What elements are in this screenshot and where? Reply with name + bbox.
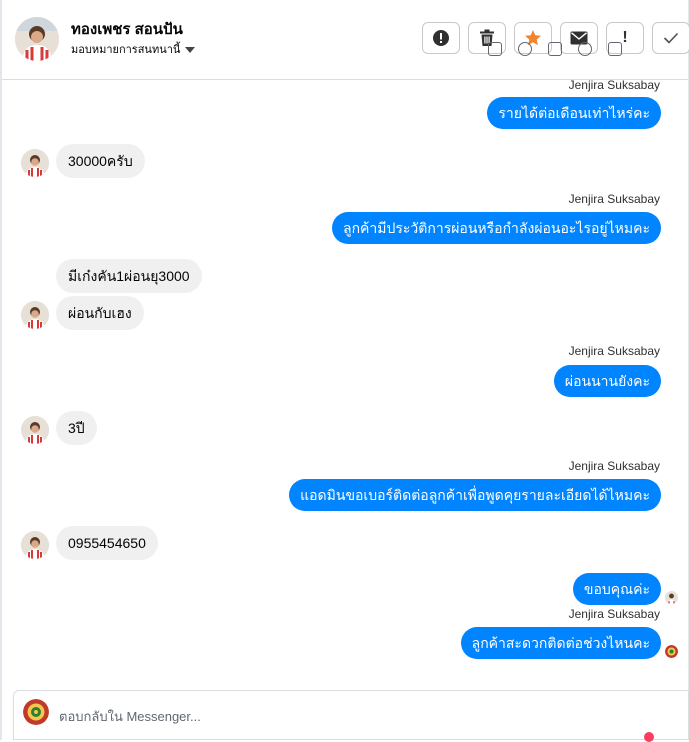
reply-input-placeholder[interactable]: ตอบกลับใน Messenger... bbox=[59, 706, 201, 727]
assign-label: มอบหมายการสนทนานี้ bbox=[71, 44, 181, 56]
attachment-icon[interactable] bbox=[608, 42, 622, 56]
incoming-message[interactable]: มีเก๋งคัน1ผ่อนยุ3000 bbox=[56, 259, 202, 293]
incoming-message[interactable]: ผ่อนกับเฮง bbox=[56, 296, 144, 330]
notification-badge bbox=[644, 732, 654, 742]
incoming-message[interactable]: 30000ครับ bbox=[56, 144, 145, 178]
emoji-icon[interactable] bbox=[518, 42, 532, 56]
assign-conversation-dropdown[interactable]: มอบหมายการสนทนานี้ bbox=[71, 40, 196, 58]
exclamation-icon: ! bbox=[622, 29, 628, 46]
conversation-header: ทองเพชร สอนปัน มอบหมายการสนทนานี้ ! bbox=[2, 0, 689, 80]
like-icon[interactable] bbox=[488, 42, 502, 56]
seen-indicator-avatar bbox=[665, 591, 678, 604]
outgoing-message[interactable]: ลูกค้าสะดวกติดต่อช่วงไหนคะ bbox=[460, 627, 661, 659]
outgoing-message[interactable]: ขอบคุณค่ะ bbox=[572, 573, 661, 605]
contact-avatar-small bbox=[21, 301, 49, 329]
outgoing-message[interactable]: แอดมินขอเบอร์ติดต่อลูกค้าเพื่อพูดคุยรายล… bbox=[289, 479, 661, 511]
outgoing-message[interactable]: ลูกค้ามีประวัติการผ่อนหรือกำลังผ่อนอะไรอ… bbox=[331, 212, 661, 244]
contact-name: ทองเพชร สอนปัน bbox=[71, 21, 183, 38]
gif-icon[interactable] bbox=[578, 42, 592, 56]
contact-avatar-small bbox=[21, 149, 49, 177]
done-button[interactable] bbox=[652, 22, 689, 54]
contact-avatar[interactable] bbox=[15, 17, 59, 61]
page-read-indicator-icon bbox=[665, 645, 678, 658]
sender-name: Jenjira Suksabay bbox=[568, 344, 660, 358]
caret-down-icon bbox=[185, 46, 196, 53]
sender-name: Jenjira Suksabay bbox=[568, 78, 660, 92]
spam-button[interactable] bbox=[422, 22, 460, 54]
alert-circle-icon bbox=[433, 30, 449, 46]
outgoing-message[interactable]: รายได้ต่อเดือนเท่าไหร่คะ bbox=[487, 97, 661, 129]
message-thread[interactable]: Jenjira Suksabay รายได้ต่อเดือนเท่าไหร่ค… bbox=[2, 78, 688, 686]
incoming-message[interactable]: 0955454650 bbox=[56, 526, 158, 560]
sticker-icon[interactable] bbox=[548, 42, 562, 56]
checkmark-icon bbox=[663, 32, 679, 44]
reply-composer[interactable]: ตอบกลับใน Messenger... bbox=[13, 690, 689, 740]
outgoing-message[interactable]: ผ่อนนานยังคะ bbox=[553, 365, 661, 397]
sender-name: Jenjira Suksabay bbox=[568, 607, 660, 621]
sender-name: Jenjira Suksabay bbox=[568, 192, 660, 206]
contact-avatar-small bbox=[21, 531, 49, 559]
sender-name: Jenjira Suksabay bbox=[568, 459, 660, 473]
incoming-message[interactable]: 3ปี bbox=[56, 411, 97, 445]
page-avatar bbox=[23, 699, 49, 725]
contact-avatar-small bbox=[21, 416, 49, 444]
composer-toolbar bbox=[488, 42, 622, 56]
